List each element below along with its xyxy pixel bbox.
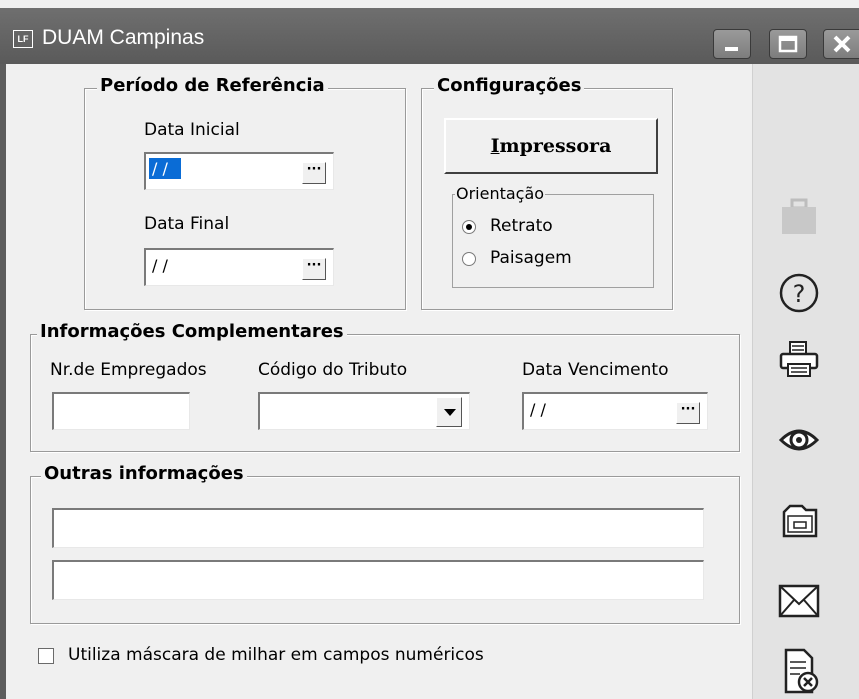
paisagem-radio[interactable] bbox=[462, 252, 476, 266]
data-final-label: Data Final bbox=[144, 214, 230, 234]
periodo-legend: Período de Referência bbox=[97, 75, 328, 96]
info-legend: Informações Complementares bbox=[37, 321, 347, 342]
app-logo-icon: LF bbox=[13, 30, 33, 48]
codigo-tributo-dropdown-button[interactable] bbox=[436, 397, 462, 427]
mascara-milhar-label: Utiliza máscara de milhar em campos numé… bbox=[68, 645, 484, 665]
outras-info-line2-input[interactable] bbox=[52, 560, 704, 600]
data-final-picker-button[interactable]: ··· bbox=[302, 258, 326, 280]
close-button[interactable] bbox=[823, 29, 859, 59]
impressora-label: mpressora bbox=[499, 135, 612, 157]
nr-empregados-label: Nr.de Empregados bbox=[50, 360, 207, 380]
window-title: DUAM Campinas bbox=[42, 26, 205, 49]
impressora-button[interactable]: Impressora bbox=[444, 118, 658, 174]
window-left-border bbox=[0, 64, 6, 699]
retrato-radio[interactable] bbox=[462, 220, 476, 234]
close-icon bbox=[833, 35, 851, 53]
data-vencimento-value: / / bbox=[530, 400, 546, 419]
printer-icon[interactable] bbox=[778, 338, 826, 386]
outras-info-line1-input[interactable] bbox=[52, 508, 704, 548]
outras-legend: Outras informações bbox=[41, 463, 247, 484]
data-final-field[interactable]: / / ··· bbox=[144, 248, 334, 286]
minimize-icon bbox=[725, 47, 738, 51]
help-icon[interactable]: ? bbox=[778, 272, 826, 320]
mail-icon[interactable] bbox=[778, 582, 826, 622]
preview-eye-icon[interactable] bbox=[778, 420, 826, 460]
outras-group: Outras informações bbox=[30, 463, 740, 624]
data-inicial-picker-button[interactable]: ··· bbox=[302, 162, 326, 184]
data-vencimento-label: Data Vencimento bbox=[522, 360, 669, 380]
minimize-button[interactable] bbox=[713, 29, 751, 59]
data-inicial-field[interactable]: / / ··· bbox=[144, 152, 334, 190]
mascara-milhar-checkbox[interactable] bbox=[38, 648, 54, 664]
codigo-tributo-select[interactable] bbox=[258, 392, 470, 430]
briefcase-icon bbox=[782, 198, 816, 234]
orientacao-group: Orientação bbox=[452, 184, 654, 288]
nr-empregados-field[interactable] bbox=[52, 392, 190, 430]
title-bar: LF DUAM Campinas bbox=[0, 8, 859, 64]
orientacao-legend: Orientação bbox=[455, 184, 546, 203]
data-vencimento-picker-button[interactable]: ··· bbox=[676, 402, 700, 424]
data-vencimento-field[interactable]: / / ··· bbox=[522, 392, 708, 430]
impressora-accelerator: I bbox=[490, 135, 500, 157]
duam-window: LF DUAM Campinas Período de Referência D… bbox=[0, 0, 859, 699]
config-legend: Configurações bbox=[434, 75, 585, 96]
codigo-tributo-label: Código do Tributo bbox=[258, 360, 408, 380]
data-inicial-value: / / bbox=[149, 158, 181, 179]
retrato-label: Retrato bbox=[490, 216, 553, 236]
maximize-button[interactable] bbox=[769, 29, 807, 59]
folder-icon[interactable] bbox=[778, 500, 826, 544]
svg-text:?: ? bbox=[793, 280, 806, 308]
data-inicial-label: Data Inicial bbox=[144, 120, 240, 140]
paisagem-label: Paisagem bbox=[490, 248, 572, 268]
maximize-icon bbox=[778, 35, 798, 53]
data-final-value: / / bbox=[152, 256, 168, 275]
close-document-icon[interactable] bbox=[778, 648, 826, 696]
